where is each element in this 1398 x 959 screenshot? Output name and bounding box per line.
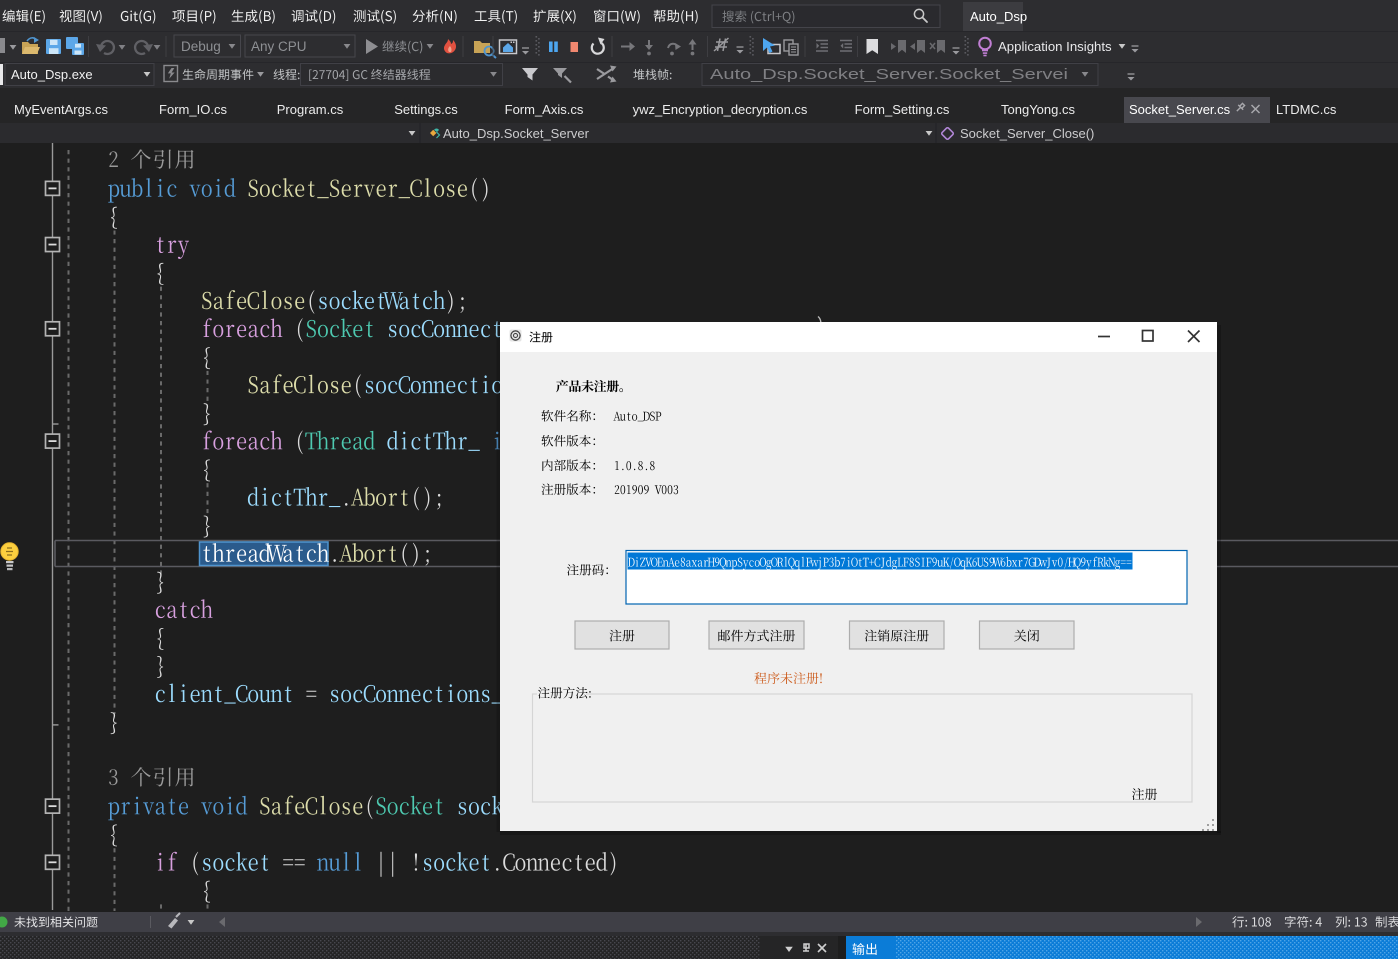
svg-text:ywz_Encryption_decryption.cs: ywz_Encryption_decryption.cs [633,102,808,117]
svg-text:TongYong.cs: TongYong.cs [1001,102,1075,117]
svg-text:Form_Setting.cs: Form_Setting.cs [855,102,950,117]
svg-text:Auto_Dsp.Socket_Server.Socket_: Auto_Dsp.Socket_Server.Socket_Servei [710,67,1068,83]
svg-text:Program.cs: Program.cs [277,102,344,117]
svg-text:Auto_Dsp.exe: Auto_Dsp.exe [11,67,93,82]
svg-text:Socket_Server.cs: Socket_Server.cs [1129,102,1231,117]
svg-text:Form_IO.cs: Form_IO.cs [159,102,227,117]
svg-text:LTDMC.cs: LTDMC.cs [1276,102,1337,117]
svg-text:Form_Axis.cs: Form_Axis.cs [505,102,584,117]
svg-text:Socket_Server_Close(): Socket_Server_Close() [960,126,1094,141]
svg-text:Application Insights: Application Insights [998,39,1112,54]
svg-text:Any CPU: Any CPU [251,39,307,54]
svg-text:Settings.cs: Settings.cs [394,102,458,117]
svg-text:Auto_Dsp.Socket_Server: Auto_Dsp.Socket_Server [443,126,590,141]
svg-text:Debug: Debug [181,39,221,54]
svg-text:Auto_Dsp: Auto_Dsp [970,9,1027,24]
svg-text:MyEventArgs.cs: MyEventArgs.cs [14,102,108,117]
